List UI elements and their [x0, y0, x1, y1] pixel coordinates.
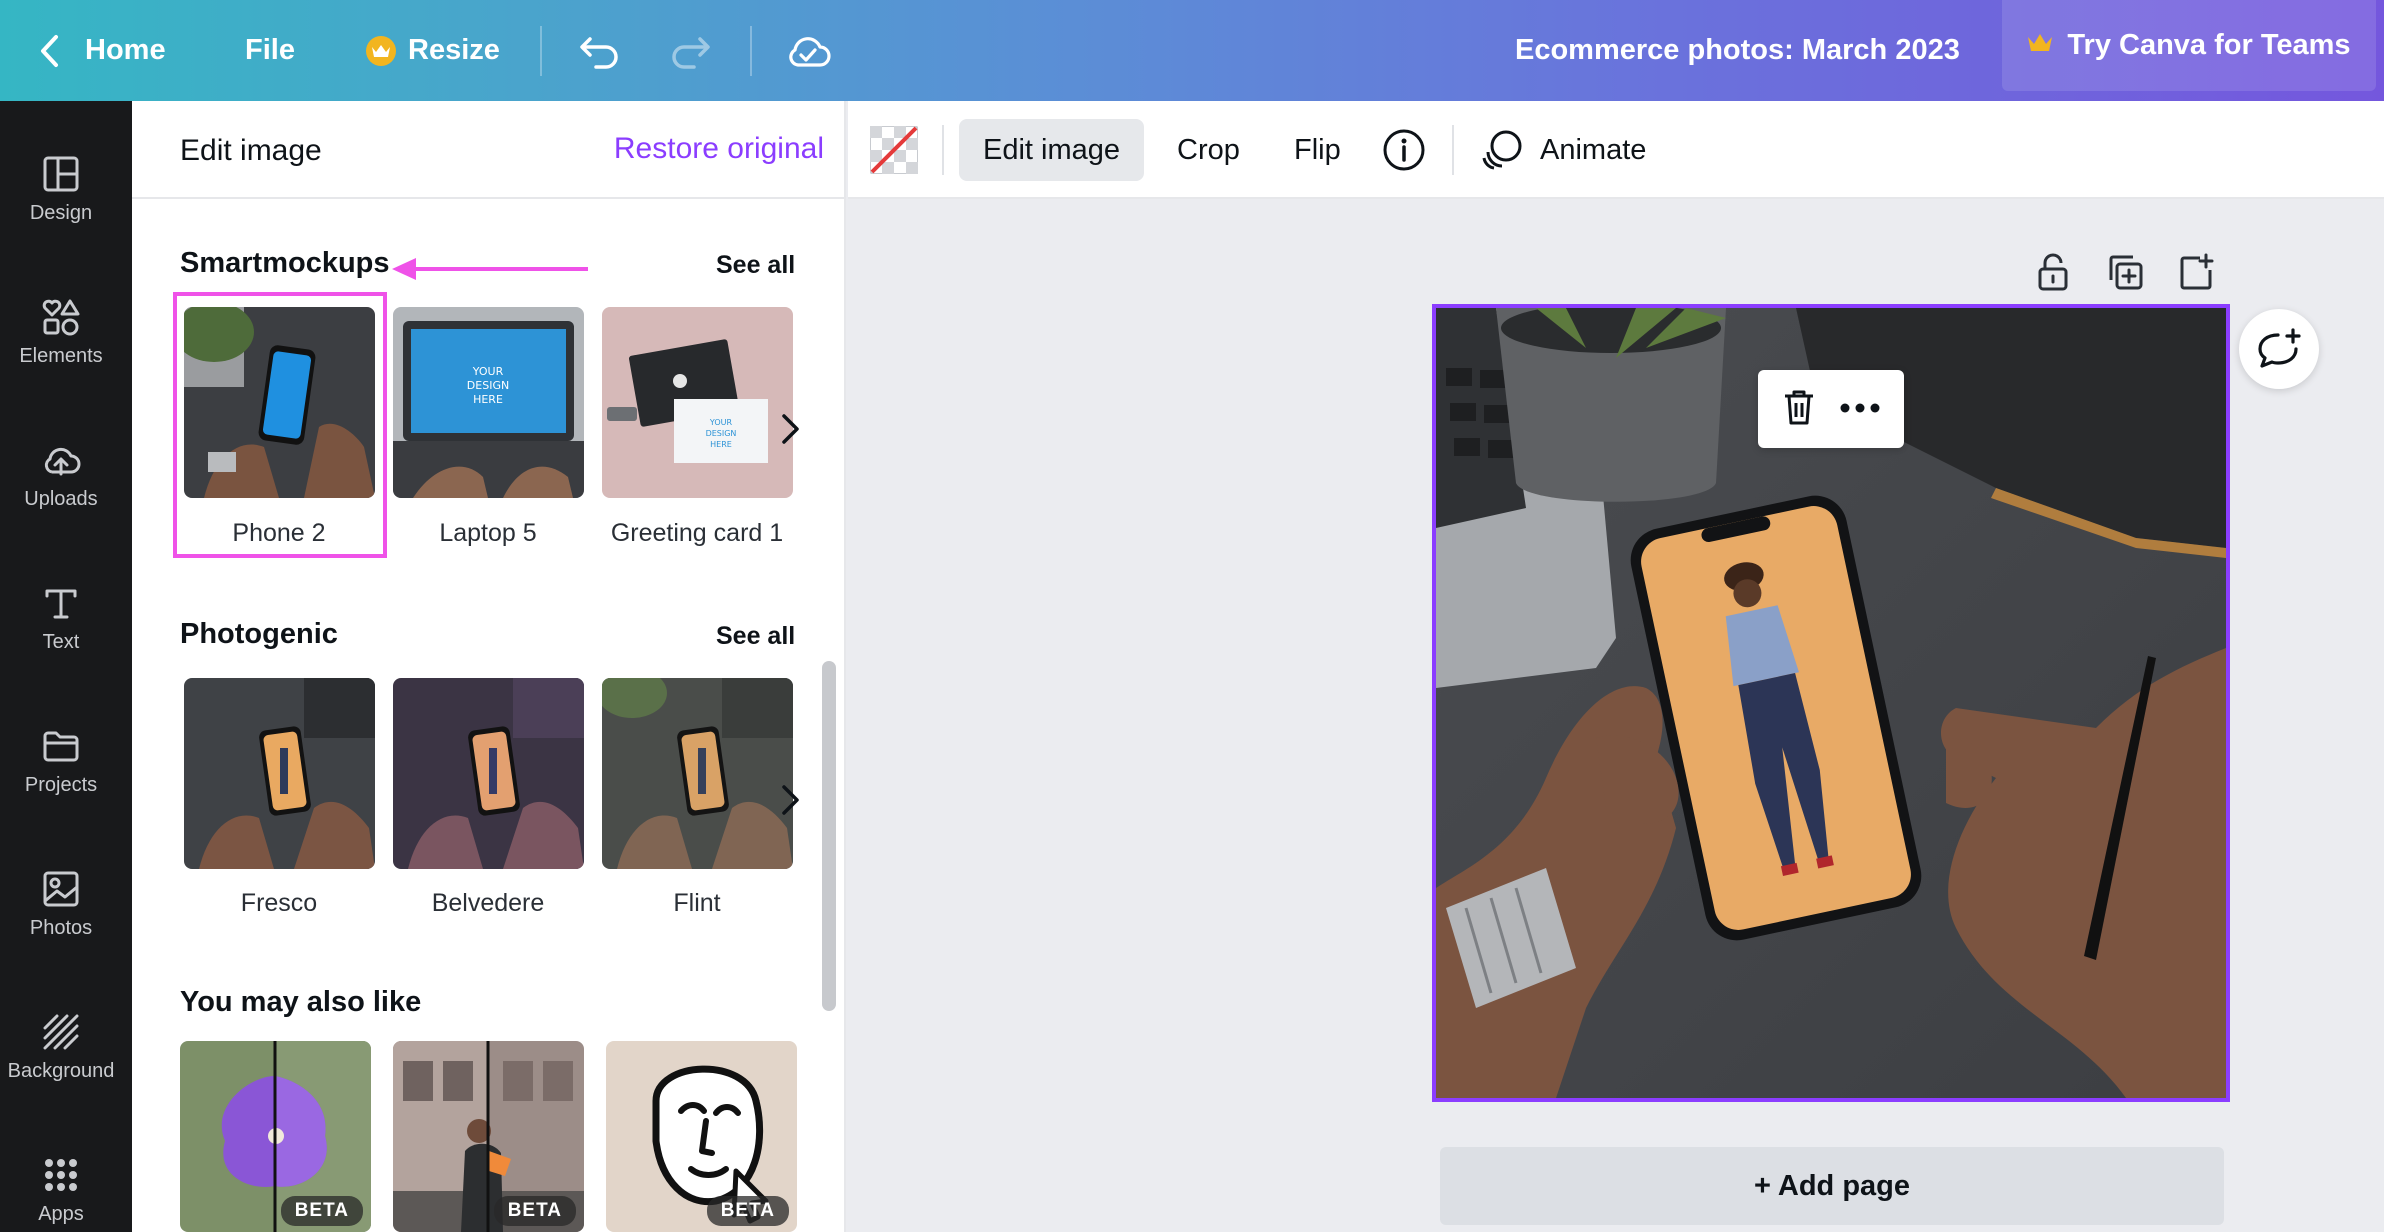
transparency-icon[interactable] — [870, 119, 920, 181]
beta-badge: BETA — [280, 1196, 363, 1226]
redo-icon[interactable] — [668, 0, 712, 101]
filter-label: Belvedere — [431, 889, 545, 917]
apps-icon — [45, 1158, 77, 1191]
divider — [540, 26, 542, 76]
svg-text:DESIGN: DESIGN — [467, 379, 509, 392]
resize-label: Resize — [408, 34, 500, 66]
photogenic-see-all[interactable]: See all — [716, 622, 795, 651]
beta-badge: BETA — [706, 1196, 789, 1226]
filter-label: Flint — [673, 889, 721, 917]
panel-header: Edit image Restore original — [132, 101, 844, 199]
photos-icon — [43, 871, 79, 906]
filter-flint-thumb[interactable] — [602, 678, 793, 869]
rail-item-elements[interactable]: Elements — [0, 272, 122, 392]
projects-icon — [43, 731, 79, 761]
try-teams-label: Try Canva for Teams — [2067, 29, 2351, 61]
undo-icon[interactable] — [578, 0, 622, 101]
crown-icon — [2027, 29, 2053, 62]
duplicate-page-icon[interactable] — [2105, 252, 2145, 292]
highlight-box-phone-2 — [173, 292, 387, 558]
animate-label: Animate — [1540, 133, 1647, 166]
crown-icon — [366, 35, 396, 66]
rail-item-projects[interactable]: Projects — [0, 701, 122, 821]
rail-label: Photos — [29, 916, 93, 939]
svg-text:YOUR: YOUR — [709, 418, 733, 427]
add-page-button[interactable]: + Add page — [1440, 1147, 2224, 1225]
left-rail: Design Elements Uploads Text Projects Ph… — [0, 101, 132, 1232]
chevron-right-icon[interactable] — [770, 399, 810, 459]
svg-text:DESIGN: DESIGN — [706, 429, 737, 438]
mockup-label: Greeting card 1 — [610, 519, 784, 547]
rail-label: Projects — [24, 773, 98, 796]
text-icon — [45, 589, 77, 618]
design-icon — [43, 156, 79, 191]
info-icon[interactable] — [1382, 119, 1426, 181]
file-menu[interactable]: File — [245, 0, 295, 101]
svg-text:YOUR: YOUR — [472, 365, 504, 378]
app-thumb-street[interactable]: BETA — [393, 1041, 584, 1232]
rail-item-photos[interactable]: Photos — [0, 844, 122, 964]
you-may-also-like-heading: You may also like — [180, 986, 422, 1018]
svg-text:HERE: HERE — [710, 440, 732, 449]
divider — [750, 26, 752, 76]
rail-item-text[interactable]: Text — [0, 558, 122, 678]
rail-item-apps[interactable]: Apps — [0, 1130, 122, 1232]
photogenic-heading: Photogenic — [180, 618, 338, 650]
background-icon — [43, 1014, 79, 1049]
divider — [1452, 125, 1454, 175]
element-floating-toolbar — [1758, 370, 1904, 448]
rail-item-design[interactable]: Design — [0, 129, 122, 249]
lock-icon[interactable] — [2033, 252, 2073, 292]
back-chevron-icon[interactable] — [30, 0, 70, 101]
uploads-icon — [44, 447, 81, 475]
rail-label: Design — [29, 201, 93, 224]
flip-button[interactable]: Flip — [1294, 119, 1341, 181]
smartmockups-see-all[interactable]: See all — [716, 251, 795, 280]
chevron-right-icon[interactable] — [770, 770, 810, 830]
home-link[interactable]: Home — [85, 0, 166, 101]
animate-button[interactable]: Animate — [1480, 119, 1646, 181]
trash-icon[interactable] — [1782, 388, 1816, 431]
filter-fresco-thumb[interactable] — [184, 678, 375, 869]
context-toolbar: Edit image Crop Flip Animate — [848, 101, 2384, 199]
smartmockups-heading: Smartmockups — [180, 247, 390, 279]
beta-badge: BETA — [493, 1196, 576, 1226]
document-title[interactable]: Ecommerce photos: March 2023 — [1515, 0, 1960, 101]
animate-icon — [1482, 130, 1522, 170]
mockup-laptop-thumb[interactable]: YOUR DESIGN HERE — [393, 307, 584, 498]
cloud-saved-icon[interactable] — [784, 0, 832, 101]
rail-label: Apps — [38, 1202, 84, 1225]
app-thumb-face[interactable]: BETA — [606, 1041, 797, 1232]
top-bar: Home File Resize Ecommerce photos: March… — [0, 0, 2384, 101]
panel-scrollbar[interactable] — [822, 661, 836, 1011]
svg-text:HERE: HERE — [473, 393, 503, 406]
add-comment-icon[interactable] — [2239, 309, 2319, 389]
restore-original-link[interactable]: Restore original — [614, 132, 824, 166]
rail-label: Background — [7, 1059, 115, 1082]
filter-label: Fresco — [240, 889, 318, 917]
filter-belvedere-thumb[interactable] — [393, 678, 584, 869]
edit-image-button[interactable]: Edit image — [959, 119, 1145, 181]
panel-title: Edit image — [180, 134, 322, 167]
more-options-icon[interactable] — [1840, 400, 1880, 418]
annotation-arrow-icon — [392, 258, 588, 280]
mockup-greeting-card-thumb[interactable]: YOUR DESIGN HERE — [602, 307, 793, 498]
crop-button[interactable]: Crop — [1177, 119, 1240, 181]
elements-icon — [42, 299, 80, 335]
resize-button[interactable]: Resize — [366, 0, 500, 101]
app-thumb-flower[interactable]: BETA — [180, 1041, 371, 1232]
divider — [942, 125, 944, 175]
add-page-icon[interactable] — [2176, 252, 2216, 292]
rail-label: Text — [42, 630, 80, 653]
rail-label: Elements — [19, 344, 103, 367]
mockup-label: Laptop 5 — [439, 519, 537, 547]
try-teams-button[interactable]: Try Canva for Teams — [2002, 0, 2376, 91]
rail-label: Uploads — [24, 487, 98, 510]
rail-item-uploads[interactable]: Uploads — [0, 415, 122, 535]
rail-item-background[interactable]: Background — [0, 987, 122, 1107]
